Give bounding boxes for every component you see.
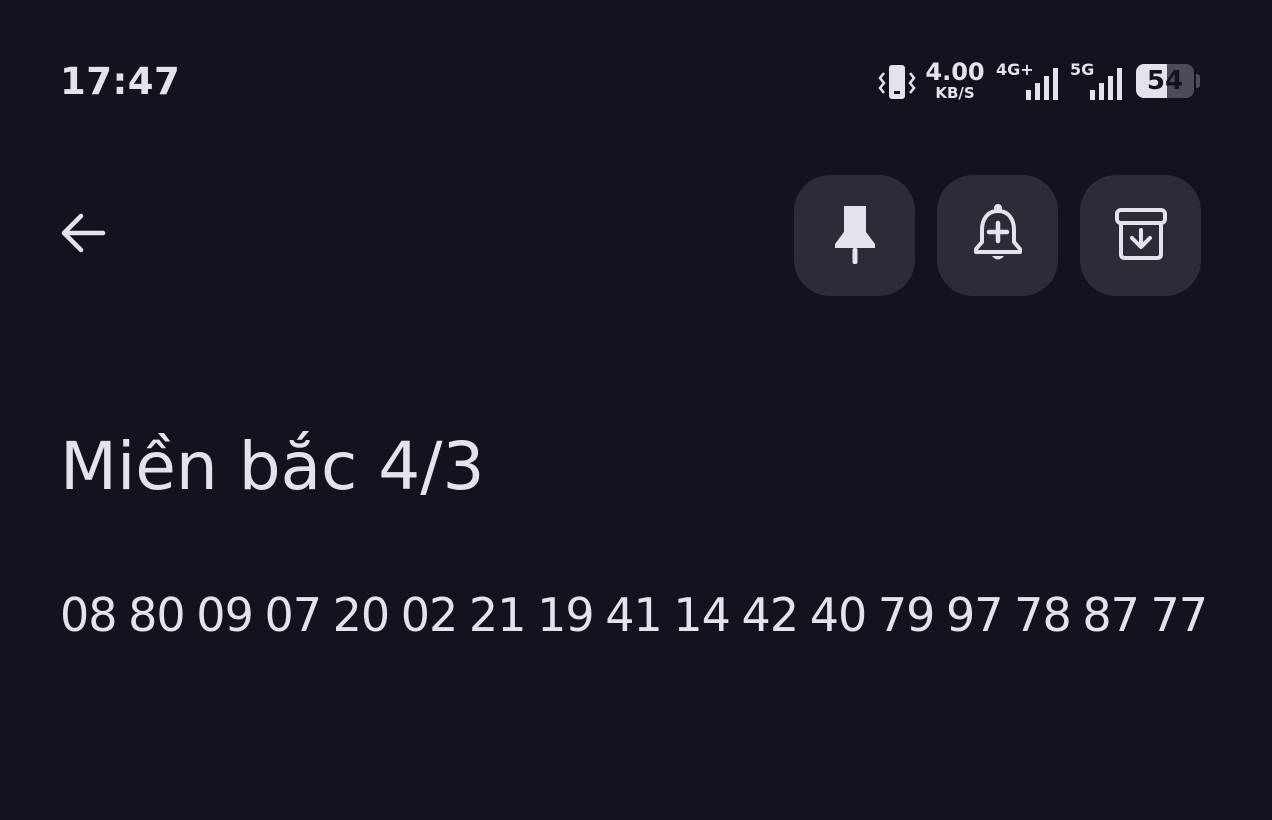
- arrow-back-icon: [57, 207, 109, 263]
- battery-level: 54: [1146, 66, 1184, 96]
- note-body[interactable]: 08 80 09 07 20 02 21 19 41 14 42 40 79 9…: [60, 588, 1208, 642]
- status-bar: 17:47 4.00 KB/S 4G+ 5G 54: [0, 0, 1272, 160]
- status-icons: 4.00 KB/S 4G+ 5G 54: [870, 58, 1210, 106]
- archive-icon: [1113, 206, 1169, 266]
- network-speed: 4.00 KB/S: [922, 58, 988, 102]
- pin-button[interactable]: [794, 175, 915, 296]
- reminder-button[interactable]: [937, 175, 1058, 296]
- pin-icon: [831, 202, 879, 270]
- note-toolbar: [0, 170, 1272, 300]
- archive-button[interactable]: [1080, 175, 1201, 296]
- network-speed-unit: KB/S: [935, 84, 975, 102]
- signal-4g-bars: [1026, 68, 1058, 100]
- vibrate-icon: [876, 62, 918, 102]
- back-button[interactable]: [50, 202, 116, 268]
- battery-body: 54: [1136, 64, 1194, 98]
- battery-icon: 54: [1136, 64, 1200, 98]
- bell-plus-icon: [972, 202, 1024, 270]
- network-speed-value: 4.00: [925, 58, 985, 86]
- note-title[interactable]: Miền bắc 4/3: [60, 428, 485, 505]
- signal-5g-icon: 5G: [1070, 58, 1122, 104]
- signal-4g-icon: 4G+: [996, 58, 1058, 104]
- signal-5g-bars: [1090, 68, 1122, 100]
- status-clock: 17:47: [60, 60, 181, 103]
- battery-tip: [1196, 74, 1200, 88]
